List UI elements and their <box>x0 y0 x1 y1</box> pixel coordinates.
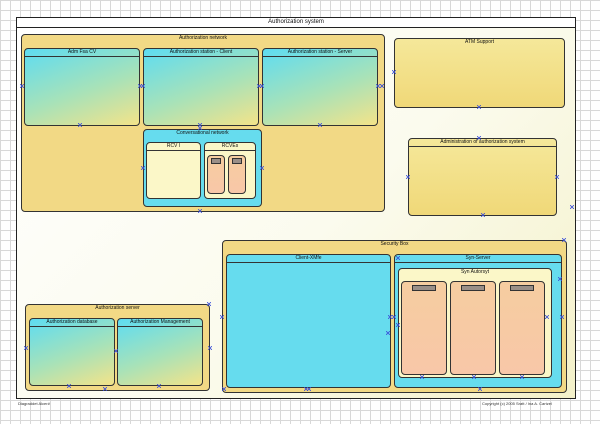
admin-system-label: Administration of authorization system <box>409 139 556 147</box>
station-client-box[interactable]: Authorization station - Client <box>143 48 259 126</box>
connection-port[interactable] <box>478 387 482 391</box>
station-server-label: Authorization station - Server <box>263 49 377 57</box>
syn-sub-2-chip <box>461 285 485 291</box>
connection-port[interactable] <box>207 302 211 306</box>
connection-port[interactable] <box>141 84 145 88</box>
connection-port[interactable] <box>380 84 384 88</box>
syn-inner-label: Syn Autorsyt <box>460 269 490 275</box>
connection-port[interactable] <box>396 323 400 327</box>
connection-port[interactable] <box>396 256 400 260</box>
connection-port[interactable] <box>481 213 485 217</box>
syn-sub-3-chip <box>510 285 534 291</box>
connection-port[interactable] <box>386 331 390 335</box>
rcv-sub-a-chip <box>211 158 221 164</box>
rcv-left-label: RCV I <box>147 143 200 151</box>
diagram-title: Authorization system <box>16 17 576 28</box>
rcv-right-sub-b[interactable] <box>228 155 246 194</box>
authorization-management-label: Authorization Management <box>118 319 202 327</box>
connection-port[interactable] <box>477 136 481 140</box>
connection-port[interactable] <box>420 375 424 379</box>
connection-port[interactable] <box>220 315 224 319</box>
rcv-right-label: RCVEs <box>205 143 255 151</box>
syn-server-label: Syn-Server <box>395 255 561 263</box>
connection-port[interactable] <box>555 175 559 179</box>
connection-port[interactable] <box>198 209 202 213</box>
connection-port[interactable] <box>260 84 264 88</box>
connection-port[interactable] <box>198 126 202 130</box>
connection-port[interactable] <box>472 375 476 379</box>
connection-port[interactable] <box>67 384 71 388</box>
connection-port[interactable] <box>562 238 566 242</box>
admin-system-box[interactable]: Administration of authorization system <box>408 138 557 216</box>
connection-port[interactable] <box>558 277 562 281</box>
adm-cv-label: Adm Fsa CV <box>25 49 139 57</box>
connection-port[interactable] <box>570 205 574 209</box>
connection-port[interactable] <box>318 123 322 127</box>
connection-port[interactable] <box>20 84 24 88</box>
rcv-sub-b-chip <box>232 158 242 164</box>
connection-port[interactable] <box>477 105 481 109</box>
connection-port[interactable] <box>260 166 264 170</box>
connection-port[interactable] <box>141 166 145 170</box>
atm-support-box[interactable]: ATM Support <box>394 38 565 108</box>
client-box-label: Client-XMfe <box>227 255 390 263</box>
connection-port[interactable] <box>545 315 549 319</box>
connection-port[interactable] <box>157 384 161 388</box>
rcv-right-sub-a[interactable] <box>207 155 225 194</box>
authorization-database-label: Authorization database <box>30 319 114 327</box>
connection-port[interactable] <box>78 123 82 127</box>
connection-port[interactable] <box>520 375 524 379</box>
connection-port[interactable] <box>392 70 396 74</box>
footer-right-text: Copyright (c) 2005 Sratt / Ina A. Cartze… <box>482 401 552 406</box>
connection-port[interactable] <box>307 387 311 391</box>
connection-port[interactable] <box>560 315 564 319</box>
atm-support-label: ATM Support <box>464 39 495 45</box>
station-server-box[interactable]: Authorization station - Server <box>262 48 378 126</box>
connection-port[interactable] <box>208 346 212 350</box>
footer-left-text: Diagraddet Alcer# <box>18 401 50 406</box>
syn-sub-1-chip <box>412 285 436 291</box>
connection-port[interactable] <box>392 315 396 319</box>
security-box-label: Security Box <box>380 241 409 247</box>
authorization-database-box[interactable]: Authorization database <box>29 318 115 386</box>
client-box[interactable]: Client-XMfe <box>226 254 391 388</box>
rcv-left-box[interactable]: RCV I <box>146 142 201 199</box>
syn-sub-box-3[interactable] <box>499 281 545 375</box>
authorization-management-box[interactable]: Authorization Management <box>117 318 203 386</box>
connection-port[interactable] <box>222 387 226 391</box>
connection-port[interactable] <box>103 387 107 391</box>
conversational-network-label: Conversational network <box>176 130 229 136</box>
syn-sub-box-1[interactable] <box>401 281 447 375</box>
connection-port[interactable] <box>406 175 410 179</box>
syn-sub-box-2[interactable] <box>450 281 496 375</box>
connection-port[interactable] <box>24 346 28 350</box>
adm-cv-box[interactable]: Adm Fsa CV <box>24 48 140 126</box>
connection-port[interactable] <box>114 349 118 353</box>
authorization-network-label: Authorization network <box>178 35 228 41</box>
station-client-label: Authorization station - Client <box>144 49 258 57</box>
authorization-server-label: Authorization server <box>95 305 140 311</box>
